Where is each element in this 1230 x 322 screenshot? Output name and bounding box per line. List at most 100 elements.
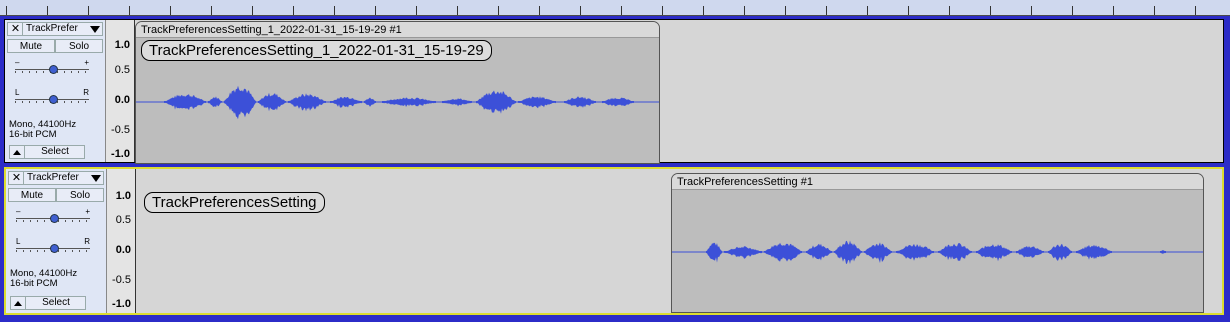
ruler-tick: [170, 6, 171, 15]
clip-title[interactable]: TrackPreferencesSetting #1: [672, 174, 1203, 190]
scale-label: 0.5: [114, 64, 130, 76]
scale-label: 0.5: [115, 214, 131, 226]
ruler-tick: [785, 6, 786, 15]
track-format-info: Mono, 44100Hz 16-bit PCM: [9, 120, 76, 140]
ruler-tick: [47, 6, 48, 15]
ruler-tick: [334, 6, 335, 15]
ruler-tick: [498, 6, 499, 15]
track-control-panel: ✕ TrackPrefer Mute Solo – + L R Mono, 44…: [6, 169, 107, 313]
track-bottom-bar: Select: [9, 145, 85, 159]
select-button[interactable]: Select: [27, 297, 85, 309]
ruler-tick: [457, 6, 458, 15]
mute-button[interactable]: Mute: [8, 188, 56, 202]
scale-label: 1.0: [114, 39, 130, 51]
scale-label: -1.0: [112, 298, 131, 310]
track-label[interactable]: TrackPreferencesSetting: [144, 192, 325, 213]
collapse-icon[interactable]: [10, 146, 25, 158]
gain-slider[interactable]: – +: [15, 58, 89, 74]
solo-button[interactable]: Solo: [56, 188, 104, 202]
waveform-segment: [834, 240, 862, 264]
track-waveform-area[interactable]: TrackPreferencesSetting_1_2022-01-31_15-…: [135, 20, 1223, 164]
waveform-segment: [938, 242, 972, 261]
timeline-ruler[interactable]: [0, 0, 1230, 16]
solo-button[interactable]: Solo: [55, 39, 103, 53]
pan-right-label: R: [84, 237, 90, 246]
format-bits: 16-bit PCM: [10, 278, 58, 289]
ruler-tick: [990, 6, 991, 15]
scale-label: -1.0: [111, 148, 130, 160]
ruler-tick: [744, 6, 745, 15]
gain-minus-label: –: [16, 207, 21, 216]
dropdown-arrow-icon[interactable]: [90, 26, 100, 33]
waveform-segment: [476, 90, 516, 114]
pan-right-label: R: [83, 88, 89, 97]
amplitude-scale: 1.0 0.5 0.0 -0.5 -1.0: [107, 169, 136, 313]
scale-label: 0.0: [114, 94, 130, 106]
gain-slider[interactable]: – +: [16, 207, 90, 223]
waveform-segment: [764, 242, 802, 262]
waveform-segment: [288, 93, 326, 112]
track-label[interactable]: TrackPreferencesSetting_1_2022-01-31_15-…: [141, 40, 492, 61]
waveform-segment: [224, 85, 256, 120]
ruler-tick: [580, 6, 581, 15]
clip-title[interactable]: TrackPreferencesSetting_1_2022-01-31_15-…: [136, 22, 659, 38]
scale-label: 1.0: [115, 190, 131, 202]
pan-slider[interactable]: L R: [16, 237, 90, 253]
ruler-tick: [129, 6, 130, 15]
audio-track-1: ✕ TrackPrefer Mute Solo – + L R Mono, 44…: [4, 19, 1224, 164]
waveform-segment: [1160, 250, 1166, 254]
gain-slider-thumb[interactable]: [50, 214, 59, 223]
waveform-segment: [864, 242, 892, 263]
track-name-menu[interactable]: TrackPrefer: [27, 172, 79, 184]
pan-slider-thumb[interactable]: [49, 95, 58, 104]
waveform-segment: [330, 97, 362, 108]
close-icon[interactable]: ✕: [10, 172, 24, 184]
track-name-menu[interactable]: TrackPrefer: [26, 23, 78, 35]
waveform-segment: [724, 246, 762, 259]
waveform-segment: [364, 97, 376, 107]
track-waveform-area[interactable]: TrackPreferencesSetting #1 TrackPreferen…: [136, 169, 1222, 313]
ruler-tick: [1154, 6, 1155, 15]
ruler-tick: [539, 6, 540, 15]
track-header: ✕ TrackPrefer: [7, 22, 103, 36]
gain-plus-label: +: [85, 207, 90, 216]
collapse-icon[interactable]: [11, 297, 26, 309]
gain-slider-thumb[interactable]: [49, 65, 58, 74]
dropdown-arrow-icon[interactable]: [91, 175, 101, 182]
mute-button[interactable]: Mute: [7, 39, 55, 53]
select-button[interactable]: Select: [26, 146, 84, 158]
waveform[interactable]: [672, 190, 1204, 313]
pan-left-label: L: [15, 88, 20, 97]
ruler-tick: [662, 6, 663, 15]
pan-slider[interactable]: L R: [15, 88, 89, 104]
audio-track-2: ✕ TrackPrefer Mute Solo – + L R Mono, 44…: [4, 167, 1224, 315]
waveform-segment: [976, 244, 1012, 262]
ruler-tick: [1195, 6, 1196, 15]
waveform-segment: [564, 96, 596, 108]
ruler-tick: [1031, 6, 1032, 15]
close-icon[interactable]: ✕: [9, 23, 23, 35]
track-format-info: Mono, 44100Hz 16-bit PCM: [10, 269, 77, 289]
waveform-segment: [1016, 246, 1044, 258]
waveform-segment: [806, 243, 832, 261]
ruler-tick: [252, 6, 253, 15]
ruler-tick: [6, 6, 7, 15]
format-bits: 16-bit PCM: [9, 129, 57, 140]
pan-slider-thumb[interactable]: [50, 244, 59, 253]
ruler-tick: [621, 6, 622, 15]
track-control-panel: ✕ TrackPrefer Mute Solo – + L R Mono, 44…: [5, 20, 106, 162]
waveform-segment: [258, 92, 286, 112]
audio-clip[interactable]: TrackPreferencesSetting #1: [671, 173, 1204, 313]
waveform-segment: [602, 97, 634, 107]
waveform-segment: [706, 242, 722, 263]
gain-plus-label: +: [84, 58, 89, 67]
gain-minus-label: –: [15, 58, 20, 67]
waveform-segment: [164, 94, 206, 111]
ruler-tick: [867, 6, 868, 15]
scale-label: -0.5: [111, 124, 130, 136]
ruler-tick: [703, 6, 704, 15]
waveform-segment: [382, 97, 436, 107]
ruler-tick: [1072, 6, 1073, 15]
ruler-tick: [88, 6, 89, 15]
track-bottom-bar: Select: [10, 296, 86, 310]
